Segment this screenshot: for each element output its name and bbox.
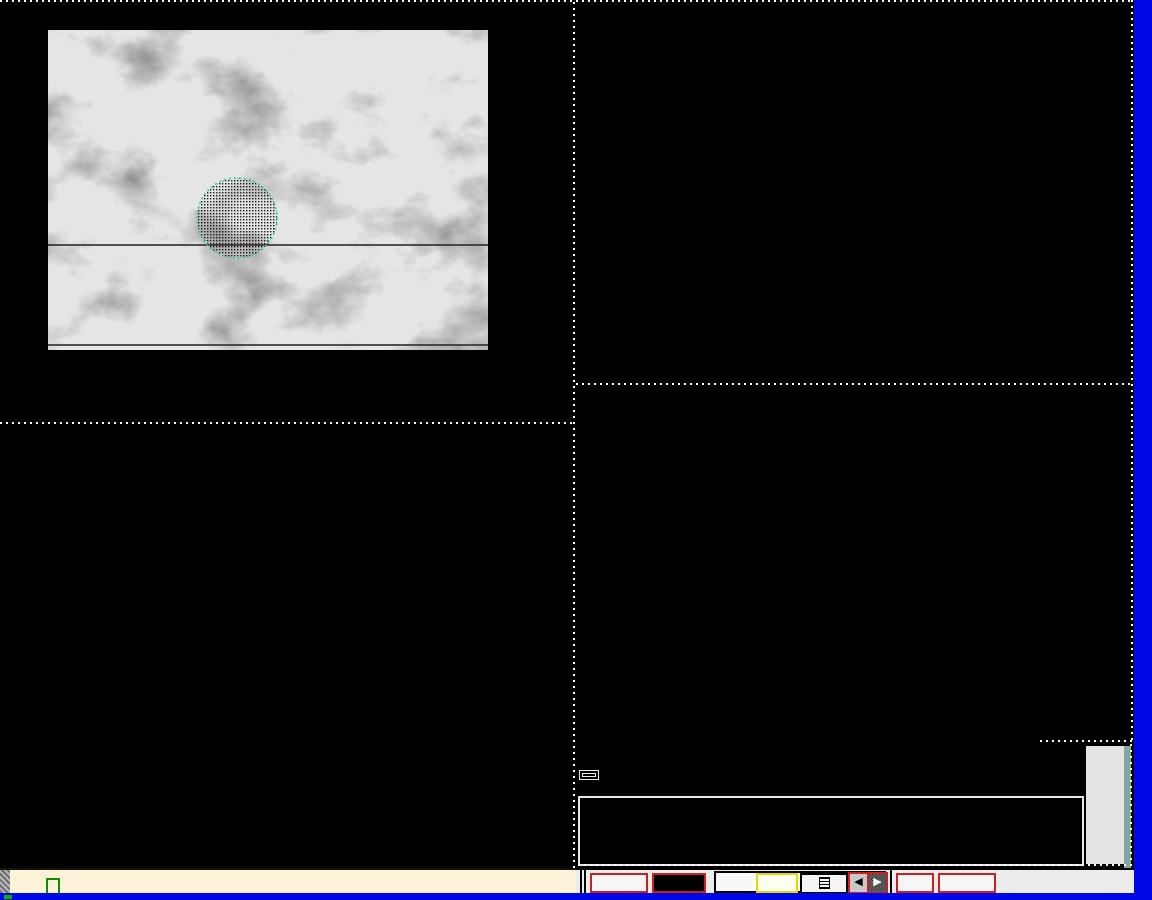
right-window-border: [1131, 0, 1133, 740]
terminal-cursor: [46, 878, 60, 893]
xsec-radialvelocity-plot[interactable]: [576, 385, 1138, 737]
zeb-display-root: ◀ ▶: [0, 0, 1152, 900]
status-popup-border-top: [1040, 740, 1132, 742]
desktop-strip-right: [1134, 0, 1152, 900]
step-back-button[interactable]: ◀: [848, 872, 869, 894]
taskbar-indicator: [4, 895, 12, 899]
set-time-button[interactable]: [652, 873, 706, 893]
divider: [584, 870, 586, 893]
top-window-border: [0, 0, 1152, 2]
desktop-strip-bottom: [0, 893, 1152, 900]
help-button[interactable]: [896, 873, 934, 893]
satellite-clouds: [48, 30, 488, 350]
goes-ir-satellite-image[interactable]: [48, 30, 488, 350]
radar-ppi-plot[interactable]: [0, 424, 576, 812]
status-scrollbar[interactable]: [1086, 746, 1124, 864]
panel-divider-vertical: [573, 0, 575, 868]
skip-group: ◀ ▶: [714, 871, 886, 893]
panel-divider-left: [0, 422, 574, 424]
scan-seam-1: [48, 244, 488, 246]
time-control-bar: ◀ ▶: [576, 868, 1134, 893]
status-dismiss-button[interactable]: [579, 770, 599, 780]
hrs-button[interactable]: [800, 873, 848, 894]
step-forward-button[interactable]: ▶: [867, 872, 888, 894]
control-dismiss-button[interactable]: [938, 873, 996, 893]
scan-seam-2: [48, 344, 488, 346]
window-resize-handle[interactable]: [0, 870, 10, 893]
divider: [580, 870, 582, 893]
status-popup-border-right: [1130, 740, 1132, 866]
divider: [890, 870, 892, 893]
panel-divider-right: [576, 383, 1132, 385]
xsec-maxdz-plot[interactable]: [576, 0, 1138, 385]
hrs-doc-icon: [819, 877, 830, 889]
status-popup-border-bottom: [578, 864, 1132, 866]
status-table: [578, 796, 1084, 866]
terminal-window[interactable]: [0, 868, 576, 893]
radar-range-ring-overlay: [197, 178, 277, 258]
skip-hours-input[interactable]: [756, 873, 798, 893]
real-time-button[interactable]: [590, 873, 648, 893]
